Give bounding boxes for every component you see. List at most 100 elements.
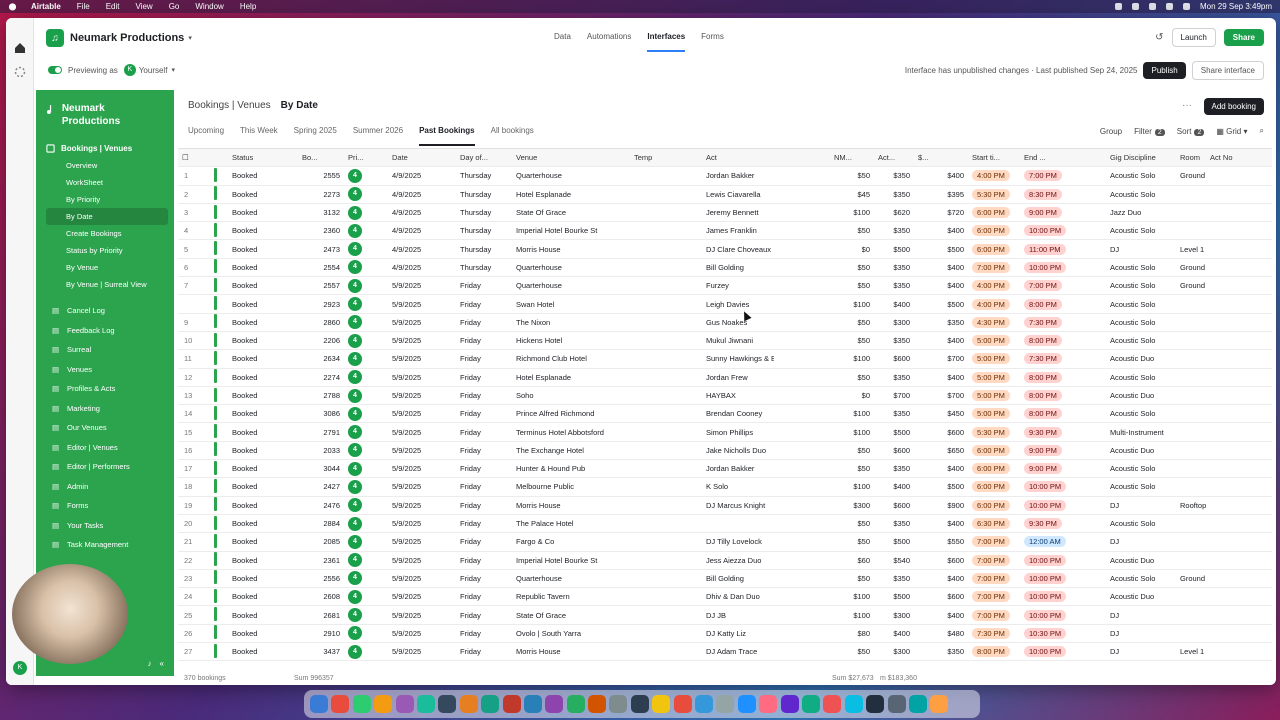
- more-icon[interactable]: ···: [1182, 100, 1192, 111]
- column-header[interactable]: NM...: [830, 153, 874, 162]
- table-row[interactable]: 27 Booked 3437 4 5/9/2025 Friday Morris House D…: [178, 643, 1272, 662]
- column-header[interactable]: $...: [914, 153, 968, 162]
- filter-button[interactable]: Filter 2: [1134, 127, 1165, 136]
- launch-button[interactable]: Launch: [1171, 28, 1216, 47]
- table-row[interactable]: 1 Booked 2555 4 4/9/2025 Thursday Quarterhouse…: [178, 167, 1272, 186]
- table-row[interactable]: 21 Booked 2085 4 5/9/2025 Friday Fargo & Co DJ …: [178, 533, 1272, 552]
- menu-edit[interactable]: Edit: [106, 2, 120, 11]
- sidebar-item-surreal[interactable]: ▤ Surreal: [36, 340, 174, 360]
- column-header[interactable]: Act No: [1206, 153, 1237, 162]
- avatar[interactable]: K: [13, 661, 27, 675]
- table-row[interactable]: 12 Booked 2274 4 5/9/2025 Friday Hotel Esplana…: [178, 369, 1272, 387]
- dock-app-icon[interactable]: [502, 695, 521, 713]
- search-icon[interactable]: ⌕: [1260, 126, 1264, 136]
- menu-app[interactable]: Airtable: [31, 2, 61, 11]
- column-header[interactable]: Venue: [512, 153, 630, 162]
- table-row[interactable]: 13 Booked 2788 4 5/9/2025 Friday Soho HAYBAX $0 $…: [178, 387, 1272, 406]
- column-header[interactable]: Temp: [630, 153, 702, 162]
- dock-app-icon[interactable]: [930, 695, 949, 713]
- column-header[interactable]: Pri...: [344, 153, 388, 162]
- base-name[interactable]: Neumark Productions: [70, 32, 184, 44]
- dock-app-icon[interactable]: [887, 695, 906, 713]
- column-header[interactable]: Room: [1176, 153, 1206, 162]
- add-booking-button[interactable]: Add booking: [1203, 98, 1264, 115]
- tab-summer-2026[interactable]: Summer 2026: [353, 126, 403, 146]
- wifi-icon[interactable]: [1165, 3, 1173, 10]
- table-row[interactable]: 15 Booked 2791 4 5/9/2025 Friday Terminus Hote…: [178, 423, 1272, 442]
- menu-go[interactable]: Go: [169, 2, 180, 11]
- dock-app-icon[interactable]: [652, 695, 671, 713]
- column-header[interactable]: Act...: [874, 153, 914, 162]
- publish-button[interactable]: Publish: [1143, 61, 1186, 79]
- table-row[interactable]: 20 Booked 2884 4 5/9/2025 Friday The Palace Ho…: [178, 515, 1272, 534]
- sidebar-item-forms[interactable]: ▤ Forms: [36, 496, 174, 516]
- dock-app-icon[interactable]: [588, 695, 607, 713]
- dock-app-icon[interactable]: [780, 695, 799, 713]
- sidebar-item-our-venues[interactable]: ▤ Our Venues: [36, 418, 174, 438]
- search-icon[interactable]: [1182, 3, 1190, 10]
- sidebar-item-by-venue[interactable]: By Venue: [46, 259, 168, 276]
- table-row[interactable]: 16 Booked 2033 4 5/9/2025 Friday The Exchange …: [178, 442, 1272, 461]
- menu-window[interactable]: Window: [195, 2, 223, 11]
- column-header[interactable]: Act: [702, 153, 774, 162]
- table-row[interactable]: 25 Booked 2681 4 5/9/2025 Friday State Of Grac…: [178, 606, 1272, 625]
- table-row[interactable]: 3 Booked 3132 4 4/9/2025 Thursday State Of Gra…: [178, 204, 1272, 223]
- table-row[interactable]: 24 Booked 2608 4 5/9/2025 Friday Republic Tave…: [178, 588, 1272, 607]
- dock-app-icon[interactable]: [673, 695, 692, 713]
- nav-forms[interactable]: Forms: [701, 32, 724, 52]
- table-row[interactable]: 6 Booked 2554 4 4/9/2025 Thursday Quarterhouse…: [178, 259, 1272, 278]
- sidebar-item-by-date[interactable]: By Date: [46, 208, 168, 225]
- tab-past-bookings[interactable]: Past Bookings: [419, 126, 475, 146]
- sidebar-item-by-venue-surreal[interactable]: By Venue | Surreal View: [46, 276, 168, 293]
- dock-app-icon[interactable]: [459, 695, 478, 713]
- history-icon[interactable]: ↺: [1155, 32, 1163, 43]
- nav-interfaces[interactable]: Interfaces: [647, 32, 686, 52]
- breadcrumb-parent[interactable]: Bookings | Venues: [188, 100, 271, 111]
- grid-button[interactable]: ▦ Grid ▾: [1216, 127, 1247, 136]
- table-row[interactable]: 10 Booked 2206 4 5/9/2025 Friday Hickens Hotel…: [178, 332, 1272, 351]
- share-button[interactable]: Share: [1223, 29, 1264, 46]
- dock-app-icon[interactable]: [716, 695, 735, 713]
- table-row[interactable]: 2 Booked 2273 4 4/9/2025 Thursday Hotel Esplan…: [178, 186, 1272, 204]
- sidebar-item-admin[interactable]: ▤ Admin: [36, 477, 174, 497]
- dock-app-icon[interactable]: [908, 695, 927, 713]
- sidebar-item-cancel-log[interactable]: ▤ Cancel Log: [36, 301, 174, 321]
- share-interface-button[interactable]: Share interface: [1191, 60, 1264, 80]
- table-row[interactable]: 18 Booked 2427 4 5/9/2025 Friday Melbourne Pub…: [178, 478, 1272, 497]
- menu-view[interactable]: View: [135, 2, 152, 11]
- table-row[interactable]: 5 Booked 2473 4 4/9/2025 Thursday Morris House…: [178, 240, 1272, 259]
- table-row[interactable]: 14 Booked 3086 4 5/9/2025 Friday Prince Alfred…: [178, 405, 1272, 424]
- status-icon[interactable]: [1114, 3, 1122, 10]
- sidebar-item-profiles-acts[interactable]: ▤ Profiles & Acts: [36, 379, 174, 399]
- sidebar-item-by-priority[interactable]: By Priority: [46, 191, 168, 208]
- dock-app-icon[interactable]: [523, 695, 542, 713]
- chevron-down-icon[interactable]: ▾: [171, 66, 175, 74]
- sidebar-item-worksheet[interactable]: WorkSheet: [46, 174, 168, 191]
- preview-user[interactable]: Yourself: [139, 66, 168, 75]
- tab-spring-2025[interactable]: Spring 2025: [294, 126, 337, 146]
- dock-app-icon[interactable]: [352, 695, 371, 713]
- collapse-icon[interactable]: «: [160, 659, 164, 668]
- nav-automations[interactable]: Automations: [587, 32, 631, 52]
- dock-app-icon[interactable]: [866, 695, 885, 713]
- table-row[interactable]: 11 Booked 2634 4 5/9/2025 Friday Richmond Club…: [178, 350, 1272, 369]
- dock-app-icon[interactable]: [823, 695, 842, 713]
- table-row[interactable]: Booked 2923 4 5/9/2025 Friday Swan Hotel Leigh…: [178, 295, 1272, 314]
- menu-help[interactable]: Help: [240, 2, 256, 11]
- sidebar-item-marketing[interactable]: ▤ Marketing: [36, 399, 174, 419]
- menubar-clock[interactable]: Mon 29 Sep 3:49pm: [1200, 2, 1272, 11]
- table-row[interactable]: 17 Booked 3044 4 5/9/2025 Friday Hunter & Houn…: [178, 460, 1272, 479]
- sort-button[interactable]: Sort 2: [1177, 127, 1205, 136]
- dock-app-icon[interactable]: [630, 695, 649, 713]
- header-checkbox[interactable]: ☐: [178, 153, 228, 162]
- sidebar-item-overview[interactable]: Overview: [46, 157, 168, 174]
- status-icon[interactable]: [1131, 3, 1139, 10]
- tab-this-week[interactable]: This Week: [240, 126, 278, 146]
- column-header[interactable]: Date: [388, 153, 456, 162]
- dock-app-icon[interactable]: [737, 695, 756, 713]
- sidebar-item-task-management[interactable]: ▤ Task Management: [36, 535, 174, 555]
- sidebar-item-editor-performers[interactable]: ▤ Editor | Performers: [36, 457, 174, 477]
- dock-app-icon[interactable]: [374, 695, 393, 713]
- column-header[interactable]: Bo...: [298, 153, 344, 162]
- column-header[interactable]: Day of...: [456, 153, 512, 162]
